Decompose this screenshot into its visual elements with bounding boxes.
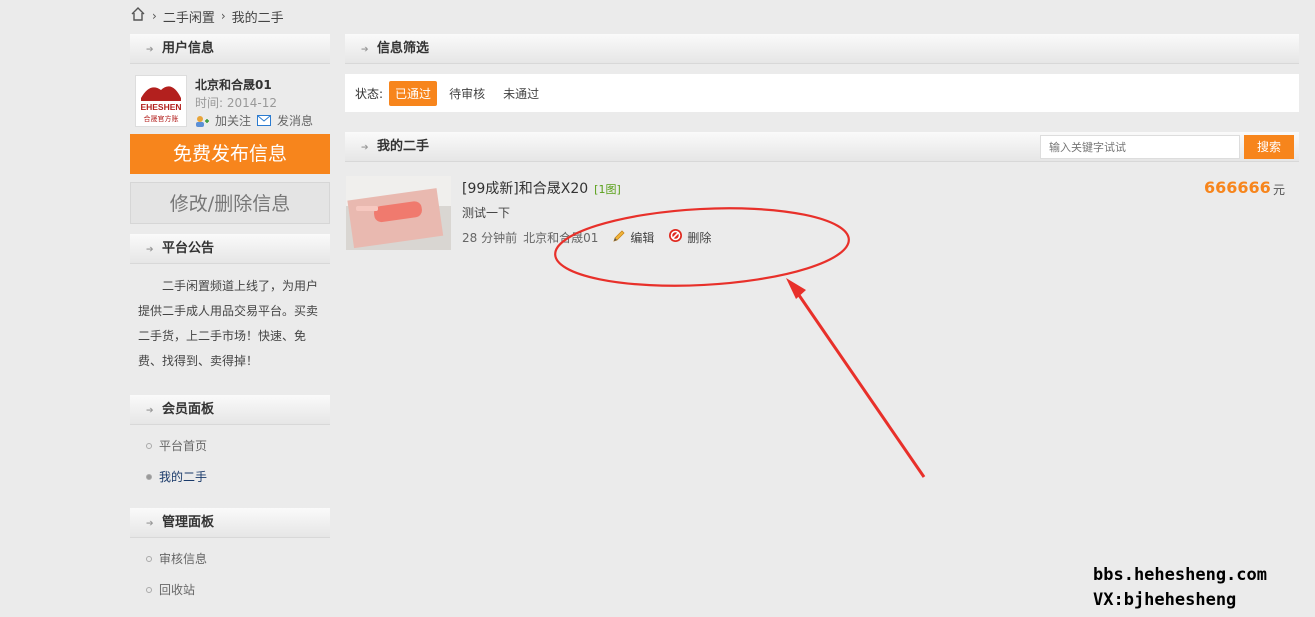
bullet-icon bbox=[146, 442, 152, 449]
sidebar-item-recycle-bin[interactable]: 回收站 bbox=[146, 581, 195, 598]
search-button[interactable]: 搜索 bbox=[1244, 135, 1294, 159]
user-time: 时间: 2014-12 bbox=[195, 96, 277, 110]
filter-pending[interactable]: 待审核 bbox=[443, 81, 491, 106]
user-name[interactable]: 北京和合晟01 bbox=[195, 76, 272, 93]
breadcrumb: › 二手闲置 › 我的二手 bbox=[130, 6, 284, 26]
user-info-header: ➔ 用户信息 bbox=[130, 34, 330, 64]
filter-header: ➔ 信息筛选 bbox=[345, 34, 1299, 64]
annotation-arrowhead bbox=[786, 278, 806, 299]
item-time: 28 分钟前 bbox=[462, 230, 518, 245]
status-label: 状态: bbox=[355, 86, 384, 101]
breadcrumb-item[interactable]: 我的二手 bbox=[232, 7, 284, 26]
arrow-icon: ➔ bbox=[146, 245, 154, 255]
arrow-icon: ➔ bbox=[146, 406, 154, 416]
publish-button[interactable]: 免费发布信息 bbox=[130, 134, 330, 174]
edit-button[interactable]: 编辑 bbox=[612, 229, 654, 246]
annotation-arrow bbox=[790, 284, 926, 478]
member-panel-header: ➔ 会员面板 bbox=[130, 395, 330, 425]
item-pic-count: [1图] bbox=[594, 183, 621, 196]
follow-link[interactable]: 加关注 bbox=[215, 112, 251, 129]
add-friend-icon bbox=[195, 115, 209, 127]
watermark-line1: bbs.hehesheng.com bbox=[1093, 565, 1267, 585]
item-title[interactable]: [99成新]和合晟X20 [1图] bbox=[462, 178, 621, 198]
search-input[interactable] bbox=[1040, 135, 1240, 159]
item-user[interactable]: 北京和合晟01 bbox=[523, 229, 598, 246]
avatar[interactable]: EHESHEN 合晟官方账 bbox=[135, 75, 187, 127]
delete-icon bbox=[668, 228, 683, 246]
chevron-right-icon: › bbox=[220, 9, 226, 23]
sidebar-item-my-items[interactable]: 我的二手 bbox=[146, 468, 207, 485]
sidebar-item-home[interactable]: 平台首页 bbox=[146, 437, 207, 454]
item-price: 666666 bbox=[1204, 178, 1271, 197]
arrow-icon: ➔ bbox=[146, 45, 154, 55]
bullet-icon bbox=[146, 555, 152, 562]
notice-header: ➔ 平台公告 bbox=[130, 234, 330, 264]
annotation-ellipse bbox=[554, 207, 850, 287]
user-actions: 加关注 发消息 bbox=[195, 112, 313, 129]
svg-text:EHESHEN: EHESHEN bbox=[140, 102, 181, 112]
price-unit: 元 bbox=[1273, 183, 1286, 197]
arrow-icon: ➔ bbox=[361, 45, 369, 55]
filter-bar: 状态: 已通过 待审核 未通过 bbox=[345, 74, 1299, 112]
filter-approved[interactable]: 已通过 bbox=[389, 80, 438, 106]
admin-panel-header: ➔ 管理面板 bbox=[130, 508, 330, 538]
arrow-icon: ➔ bbox=[146, 519, 154, 529]
item-thumbnail[interactable] bbox=[346, 176, 451, 250]
notice-text: 二手闲置频道上线了，为用户提供二手成人用品交易平台。买卖二手货，上二手市场！快速… bbox=[138, 279, 319, 368]
bullet-icon bbox=[146, 586, 152, 593]
pencil-icon bbox=[612, 229, 626, 246]
delete-button[interactable]: 删除 bbox=[668, 228, 711, 246]
chevron-right-icon: › bbox=[152, 9, 157, 23]
home-icon[interactable] bbox=[130, 6, 146, 26]
item-description: 测试一下 bbox=[462, 206, 511, 220]
bullet-icon bbox=[146, 473, 152, 480]
item-meta: 28 分钟前 北京和合晟01 编辑 删除 bbox=[462, 228, 711, 246]
svg-text:合晟官方账: 合晟官方账 bbox=[144, 114, 179, 123]
arrow-icon: ➔ bbox=[361, 143, 369, 153]
mail-icon bbox=[257, 115, 272, 126]
sidebar-item-review[interactable]: 审核信息 bbox=[146, 550, 207, 567]
filter-rejected[interactable]: 未通过 bbox=[497, 81, 545, 106]
manage-button[interactable]: 修改/删除信息 bbox=[130, 182, 330, 224]
message-link[interactable]: 发消息 bbox=[277, 112, 313, 129]
watermark-line2: VX:bjhehesheng bbox=[1093, 590, 1237, 610]
breadcrumb-item[interactable]: 二手闲置 bbox=[163, 7, 215, 26]
